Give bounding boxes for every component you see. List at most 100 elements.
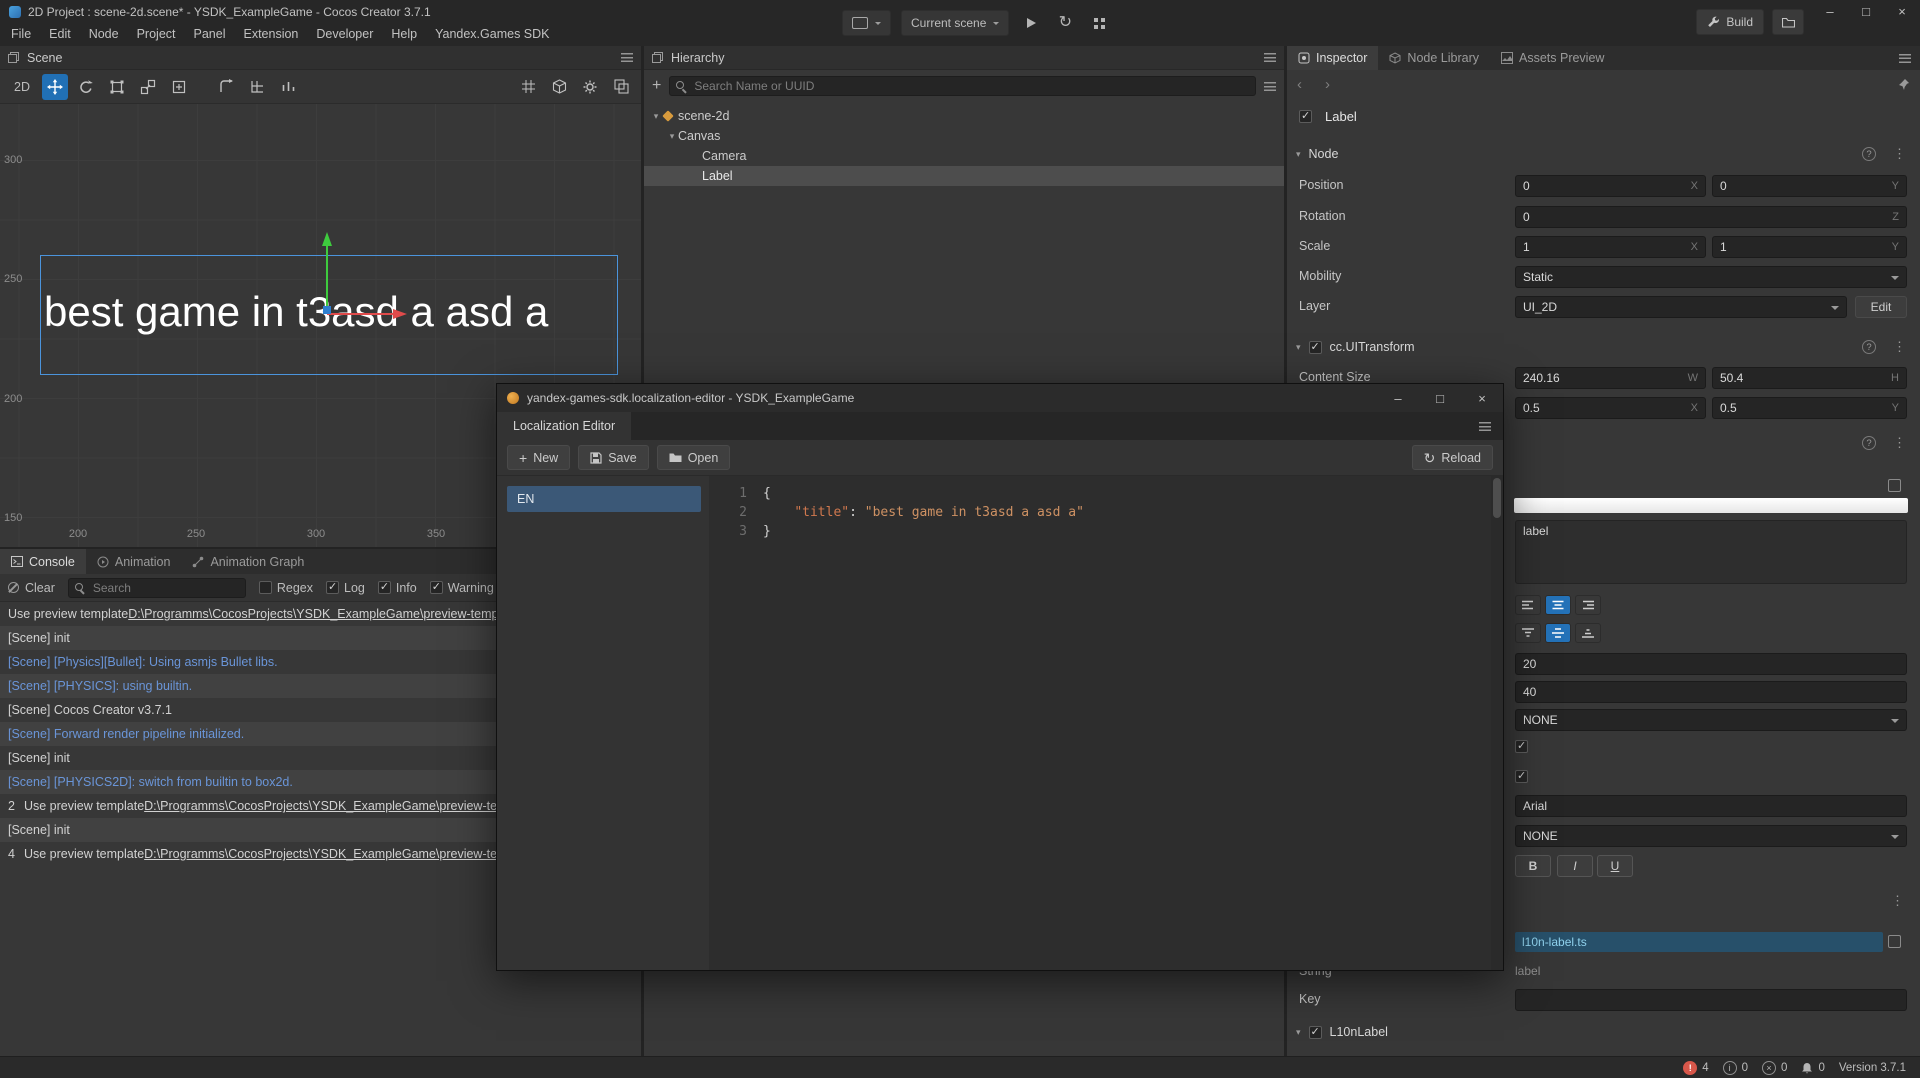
more-options-icon[interactable]: ⋮ [1891, 893, 1904, 909]
console-search-input[interactable] [91, 580, 239, 596]
reload-button[interactable]: ↻ Reload [1412, 445, 1493, 470]
underline-button[interactable]: U [1597, 855, 1633, 877]
gizmo-3d-button[interactable] [546, 74, 572, 100]
tree-node-scene-2d[interactable]: ▾ scene-2d [644, 106, 1284, 126]
line-height-field[interactable]: 40 [1515, 681, 1907, 703]
regex-checkbox[interactable] [259, 581, 272, 594]
play-button[interactable] [1019, 11, 1043, 35]
json-code-editor[interactable]: 1 { 2 "title": "best game in t3asd a asd… [709, 476, 1491, 970]
scrollbar-thumb[interactable] [1493, 478, 1501, 518]
language-item-en[interactable]: EN [507, 486, 701, 512]
menu-project[interactable]: Project [128, 23, 185, 45]
tab-inspector[interactable]: Inspector [1287, 46, 1378, 70]
layer-edit-button[interactable]: Edit [1855, 296, 1907, 318]
filter-regex[interactable]: Regex [259, 581, 313, 595]
tree-node-camera[interactable]: Camera [644, 146, 1284, 166]
label-option-checkbox[interactable] [1515, 740, 1528, 753]
menu-panel[interactable]: Panel [185, 23, 235, 45]
rotation-z-field[interactable]: 0Z [1515, 206, 1907, 228]
notification-counter[interactable]: 0 [1801, 1062, 1824, 1074]
hierarchy-list-options-icon[interactable] [1264, 82, 1276, 91]
key-input[interactable] [1515, 989, 1907, 1011]
warning-checkbox[interactable] [430, 581, 443, 594]
align-left-button[interactable] [1515, 595, 1541, 615]
label-option-checkbox[interactable] [1515, 770, 1528, 783]
uitransform-enabled-checkbox[interactable] [1309, 341, 1322, 354]
save-button[interactable]: Save [578, 445, 649, 470]
scale-tool-button[interactable] [135, 74, 161, 100]
menu-developer[interactable]: Developer [307, 23, 382, 45]
preview-target-select[interactable] [842, 10, 891, 36]
tab-console[interactable]: Console [0, 549, 86, 574]
more-options-icon[interactable]: ⋮ [1893, 435, 1906, 451]
transform-tool-button[interactable] [166, 74, 192, 100]
anchor-x-field[interactable]: 0.5X [1515, 397, 1706, 419]
valign-bottom-button[interactable] [1575, 623, 1601, 643]
font-family-field[interactable]: Arial [1515, 795, 1907, 817]
scale-x-field[interactable]: 1X [1515, 236, 1706, 258]
filter-info[interactable]: Info [378, 581, 417, 595]
menu-extension[interactable]: Extension [234, 23, 307, 45]
align-center-button[interactable] [1545, 595, 1571, 615]
build-button[interactable]: Build [1696, 9, 1764, 35]
collapse-arrow-icon[interactable]: ▾ [1296, 149, 1301, 160]
hierarchy-search-input[interactable] [692, 78, 1249, 94]
help-icon[interactable]: ? [1862, 340, 1876, 354]
menu-file[interactable]: File [2, 23, 40, 45]
transform-gizmo[interactable] [247, 224, 417, 324]
collapse-arrow-icon[interactable]: ▾ [1296, 1027, 1301, 1038]
tree-node-label[interactable]: Label [644, 166, 1284, 186]
asset-picker-icon[interactable] [1888, 935, 1901, 948]
bold-button[interactable]: B [1515, 855, 1551, 877]
localization-window-titlebar[interactable]: yandex-games-sdk.localization-editor - Y… [497, 384, 1503, 412]
nav-back-button[interactable]: ‹ [1297, 76, 1325, 93]
camera-preview-button[interactable] [608, 74, 634, 100]
create-node-button[interactable]: + [652, 78, 661, 94]
tree-node-canvas[interactable]: ▾ Canvas [644, 126, 1284, 146]
window-minimize-button[interactable]: – [1377, 384, 1419, 412]
valign-middle-button[interactable] [1545, 623, 1571, 643]
l10nlabel-enabled-checkbox[interactable] [1309, 1026, 1322, 1039]
layer-select[interactable]: UI_2D [1515, 296, 1847, 318]
menu-edit[interactable]: Edit [40, 23, 80, 45]
view-2d-toggle[interactable]: 2D [7, 74, 37, 100]
tab-node-library[interactable]: Node Library [1378, 46, 1490, 70]
collapse-arrow-icon[interactable]: ▾ [1296, 342, 1301, 353]
cache-mode-select[interactable]: NONE [1515, 825, 1907, 847]
position-y-field[interactable]: 0Y [1712, 175, 1907, 197]
nav-forward-button[interactable]: › [1325, 76, 1353, 93]
scene-settings-button[interactable] [577, 74, 603, 100]
node-section-header[interactable]: ▾ Node ? ⋮ [1287, 142, 1920, 166]
tab-animation-graph[interactable]: Animation Graph [181, 549, 315, 574]
help-icon[interactable]: ? [1862, 436, 1876, 450]
scene-select[interactable]: Current scene [901, 10, 1009, 36]
snap-grid-button[interactable] [245, 74, 271, 100]
valign-top-button[interactable] [1515, 623, 1541, 643]
align-right-button[interactable] [1575, 595, 1601, 615]
overflow-select[interactable]: NONE [1515, 709, 1907, 731]
tab-localization-editor[interactable]: Localization Editor [497, 412, 631, 440]
menu-node[interactable]: Node [80, 23, 128, 45]
filter-log[interactable]: Log [326, 581, 365, 595]
hierarchy-panel-menu-icon[interactable] [1264, 53, 1276, 62]
rect-tool-button[interactable] [104, 74, 130, 100]
tab-assets-preview[interactable]: Assets Preview [1490, 46, 1615, 70]
expand-arrow-icon[interactable]: ▾ [650, 111, 662, 122]
italic-button[interactable]: I [1557, 855, 1593, 877]
window-close-button[interactable]: × [1461, 384, 1503, 412]
window-maximize-button[interactable]: □ [1419, 384, 1461, 412]
info-checkbox[interactable] [378, 581, 391, 594]
grid-visibility-button[interactable] [515, 74, 541, 100]
anchor-y-field[interactable]: 0.5Y [1712, 397, 1907, 419]
font-size-field[interactable]: 20 [1515, 653, 1907, 675]
snap-settings-button[interactable] [276, 74, 302, 100]
fail-counter[interactable]: × 0 [1762, 1061, 1787, 1075]
minimize-button[interactable]: – [1812, 0, 1848, 23]
info-counter[interactable]: i 0 [1723, 1061, 1748, 1075]
close-button[interactable]: × [1884, 0, 1920, 23]
move-tool-button[interactable] [42, 74, 68, 100]
open-button[interactable]: Open [657, 445, 731, 470]
error-counter[interactable]: ! 4 [1683, 1061, 1708, 1075]
menu-help[interactable]: Help [382, 23, 426, 45]
log-checkbox[interactable] [326, 581, 339, 594]
